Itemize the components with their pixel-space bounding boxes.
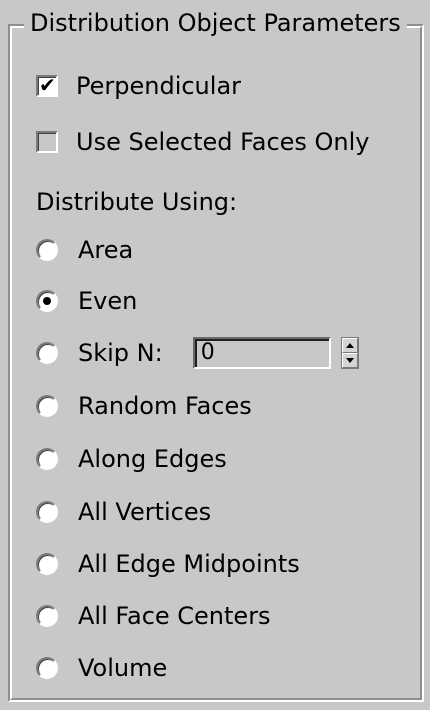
radio-even-label: Even (78, 287, 138, 315)
spin-up-button[interactable] (341, 338, 358, 353)
distribution-object-parameters-panel: Distribution Object Parameters ✔ Perpend… (0, 0, 430, 710)
radio-all-vertices-row[interactable]: All Vertices (36, 492, 211, 532)
radio-all-edge-midpoints-row[interactable]: All Edge Midpoints (36, 544, 300, 584)
skip-n-spin-buttons[interactable] (340, 337, 359, 369)
radio-all-face-centers-row[interactable]: All Face Centers (36, 596, 271, 636)
perpendicular-row[interactable]: ✔ Perpendicular (36, 66, 241, 106)
radio-along-edges[interactable] (36, 448, 58, 470)
use-selected-faces-only-checkbox[interactable] (36, 131, 58, 153)
radio-along-edges-label: Along Edges (78, 445, 227, 473)
radio-area[interactable] (36, 239, 58, 261)
radio-all-vertices-label: All Vertices (78, 498, 212, 526)
checkmark-icon: ✔ (39, 73, 56, 97)
radio-volume-label: Volume (78, 654, 168, 682)
radio-random-faces-row[interactable]: Random Faces (36, 386, 252, 426)
radio-skip-n[interactable] (36, 342, 58, 364)
arrow-down-icon (345, 358, 354, 363)
radio-selected-dot (43, 297, 51, 305)
spin-down-button[interactable] (341, 353, 358, 368)
skip-n-value-field[interactable]: 0 (192, 337, 331, 369)
radio-area-label: Area (78, 236, 134, 264)
radio-all-vertices[interactable] (36, 501, 58, 523)
use-selected-faces-only-label: Use Selected Faces Only (76, 128, 370, 156)
radio-even[interactable] (36, 290, 58, 312)
radio-skip-n-row[interactable]: Skip N: 0 (36, 333, 359, 373)
use-selected-faces-only-row[interactable]: Use Selected Faces Only (36, 122, 370, 162)
radio-random-faces-label: Random Faces (78, 392, 252, 420)
distribute-using-label: Distribute Using: (36, 188, 238, 216)
group-title: Distribution Object Parameters (24, 6, 407, 40)
perpendicular-label: Perpendicular (76, 72, 242, 100)
perpendicular-checkbox[interactable]: ✔ (36, 73, 58, 97)
radio-all-edge-midpoints[interactable] (36, 553, 58, 575)
radio-volume-row[interactable]: Volume (36, 648, 167, 688)
radio-skip-n-label: Skip N: (78, 339, 163, 367)
radio-all-edge-midpoints-label: All Edge Midpoints (78, 550, 300, 578)
arrow-up-icon (345, 343, 354, 348)
radio-along-edges-row[interactable]: Along Edges (36, 439, 227, 479)
radio-all-face-centers-label: All Face Centers (78, 602, 271, 630)
radio-volume[interactable] (36, 657, 58, 679)
radio-area-row[interactable]: Area (36, 230, 133, 270)
radio-all-face-centers[interactable] (36, 605, 58, 627)
skip-n-spinner[interactable]: 0 (192, 337, 359, 369)
radio-random-faces[interactable] (36, 395, 58, 417)
radio-even-row[interactable]: Even (36, 281, 137, 321)
